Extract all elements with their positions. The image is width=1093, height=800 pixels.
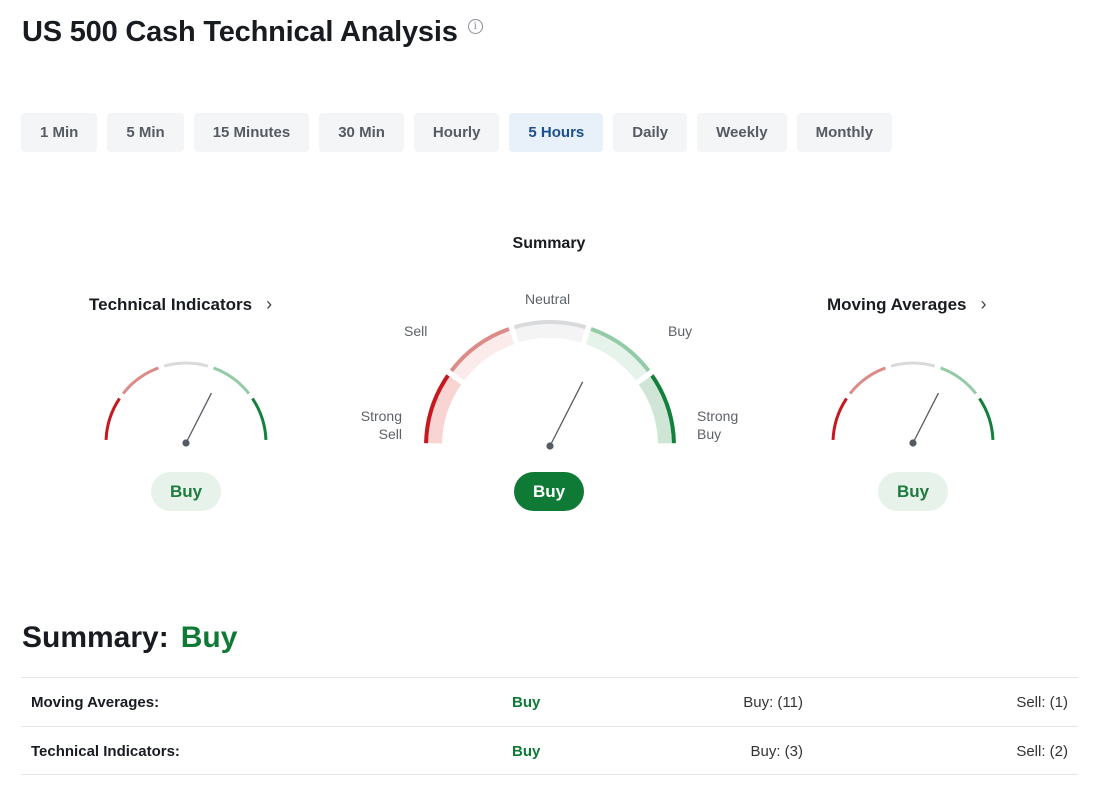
summary-gauge bbox=[424, 320, 676, 450]
gauge-segment-strong-sell bbox=[831, 397, 848, 441]
summary-heading-label: Summary: bbox=[22, 621, 169, 654]
row-sell-count: Sell: (2) bbox=[1016, 743, 1068, 760]
tab-hourly[interactable]: Hourly bbox=[413, 113, 500, 152]
gauge-segment-buy bbox=[940, 366, 978, 395]
gauge-segment-sell bbox=[848, 366, 886, 395]
sell-label: Sell bbox=[404, 323, 428, 339]
row-buy-count: Buy: (11) bbox=[743, 694, 803, 711]
chevron-right-icon: › bbox=[266, 294, 273, 314]
moving-averages-signal-badge: Buy bbox=[878, 472, 948, 511]
table-row: Technical Indicators: Buy Buy: (3) Sell:… bbox=[21, 726, 1078, 775]
strong-sell-label: Strong Sell bbox=[356, 407, 402, 443]
gauge-segment-neutral bbox=[890, 361, 936, 368]
gauge-needle bbox=[185, 392, 213, 444]
timeframe-tabs: 1 Min 5 Min 15 Minutes 30 Min Hourly 5 H… bbox=[21, 113, 893, 152]
gauge-band-buy bbox=[585, 328, 649, 381]
moving-averages-gauge bbox=[831, 361, 995, 447]
gauge-needle bbox=[912, 392, 940, 444]
technical-indicators-signal-badge: Buy bbox=[151, 472, 221, 511]
page-title: US 500 Cash Technical Analysis i bbox=[22, 16, 483, 49]
gauge-needle-hub bbox=[182, 439, 190, 447]
tab-monthly[interactable]: Monthly bbox=[796, 113, 893, 152]
tab-weekly[interactable]: Weekly bbox=[697, 113, 787, 152]
strong-buy-label-line2: Buy bbox=[697, 426, 722, 442]
summary-heading: Summary: Buy bbox=[22, 621, 237, 655]
gauge-segment-strong-buy bbox=[251, 397, 268, 441]
strong-sell-label-line1: Strong bbox=[360, 408, 402, 424]
chevron-right-icon: › bbox=[980, 294, 987, 314]
buy-label: Buy bbox=[668, 323, 693, 339]
row-buy-count: Buy: (3) bbox=[750, 743, 803, 760]
tab-15-minutes[interactable]: 15 Minutes bbox=[193, 113, 310, 152]
gauge-needle-hub bbox=[546, 442, 554, 450]
technical-indicators-title: Technical Indicators bbox=[89, 294, 253, 314]
gauge-segment-strong-buy bbox=[978, 397, 995, 441]
technical-indicators-gauge bbox=[104, 361, 268, 447]
gauge-segment-strong-sell bbox=[104, 397, 121, 441]
summary-verdict: Buy bbox=[180, 621, 238, 654]
strong-buy-label-line1: Strong bbox=[697, 408, 739, 424]
neutral-label: Neutral bbox=[525, 291, 571, 307]
gauge-band-sell bbox=[451, 328, 515, 381]
moving-averages-link[interactable]: Moving Averages › bbox=[827, 294, 987, 315]
moving-averages-title: Moving Averages bbox=[827, 294, 967, 314]
row-name: Technical Indicators: bbox=[31, 743, 180, 760]
strong-sell-label-line2: Sell bbox=[378, 426, 402, 442]
summary-gauge-title: Summary bbox=[512, 235, 586, 252]
technical-indicators-link[interactable]: Technical Indicators › bbox=[89, 294, 272, 315]
tab-daily[interactable]: Daily bbox=[613, 113, 688, 152]
tab-1-min[interactable]: 1 Min bbox=[21, 113, 98, 152]
gauge-needle-hub bbox=[909, 439, 917, 447]
gauge-segment-buy bbox=[213, 366, 251, 395]
summary-signal-badge: Buy bbox=[514, 472, 584, 511]
strong-buy-label: Strong Buy bbox=[697, 407, 738, 443]
row-signal: Buy bbox=[512, 694, 541, 711]
gauge-segment-sell bbox=[121, 366, 159, 395]
summary-table: Moving Averages: Buy Buy: (11) Sell: (1)… bbox=[21, 677, 1078, 775]
tab-5-hours[interactable]: 5 Hours bbox=[509, 113, 604, 152]
gauge-segment-neutral bbox=[163, 361, 209, 368]
info-icon[interactable]: i bbox=[467, 19, 483, 34]
tab-5-min[interactable]: 5 Min bbox=[107, 113, 184, 152]
page-title-text: US 500 Cash Technical Analysis bbox=[22, 16, 458, 48]
table-row: Moving Averages: Buy Buy: (11) Sell: (1) bbox=[21, 677, 1078, 726]
row-signal: Buy bbox=[512, 743, 541, 760]
tab-30-min[interactable]: 30 Min bbox=[319, 113, 404, 152]
row-sell-count: Sell: (1) bbox=[1016, 694, 1068, 711]
row-name: Moving Averages: bbox=[31, 694, 160, 711]
gauge-needle bbox=[549, 381, 584, 447]
